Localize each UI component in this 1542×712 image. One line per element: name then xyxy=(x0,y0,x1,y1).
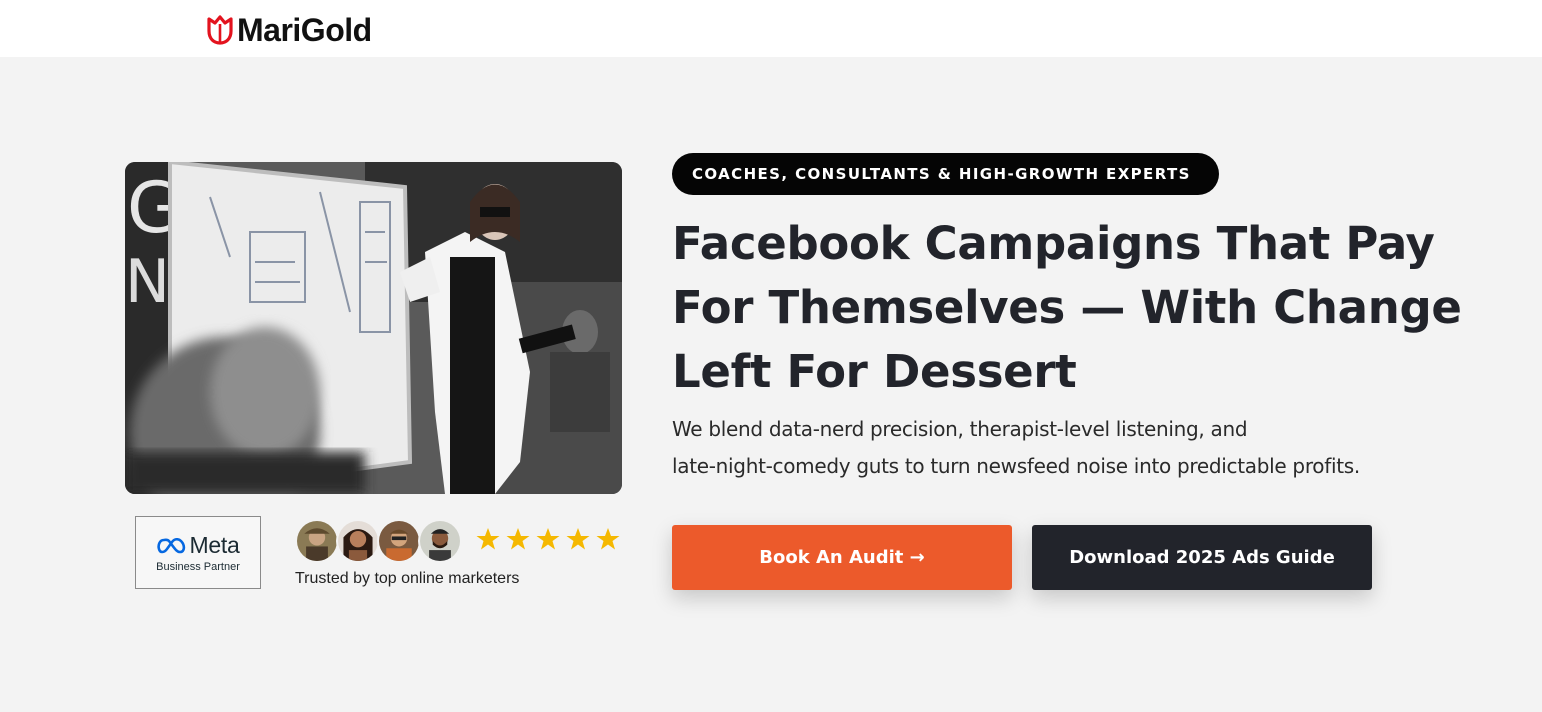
brand-logo[interactable]: MariGold xyxy=(206,12,372,48)
top-navbar: MariGold xyxy=(0,0,1542,57)
avatar xyxy=(336,519,380,563)
book-audit-button[interactable]: Book An Audit → xyxy=(672,525,1012,590)
svg-text:N: N xyxy=(125,247,170,317)
headline-line: For Themselves — With Change xyxy=(672,281,1462,334)
avatar xyxy=(377,519,421,563)
star-icon xyxy=(566,528,590,550)
star-icon xyxy=(596,528,620,550)
hero-subtext: We blend data-nerd precision, therapist-… xyxy=(672,411,1432,485)
audience-eyebrow-badge: COACHES, CONSULTANTS & HIGH-GROWTH EXPER… xyxy=(672,153,1219,195)
star-icon xyxy=(476,528,500,550)
star-icon xyxy=(536,528,560,550)
hero-headline: Facebook Campaigns That Pay For Themselv… xyxy=(672,212,1462,404)
rating-stars xyxy=(476,527,620,551)
headline-line: Left For Dessert xyxy=(672,345,1077,398)
brand-name: MariGold xyxy=(237,12,372,48)
tulip-icon xyxy=(207,15,233,45)
presenter-photo: G N xyxy=(125,162,622,494)
trust-caption: Trusted by top online marketers xyxy=(295,570,520,587)
meta-badge-subtitle: Business Partner xyxy=(156,561,240,573)
headline-line: Facebook Campaigns That Pay xyxy=(672,217,1435,270)
meta-partner-badge: Meta Business Partner xyxy=(135,516,261,589)
meta-wordmark: Meta xyxy=(189,532,240,558)
avatar xyxy=(295,519,339,563)
subtext-line: late-night-comedy guts to turn newsfeed … xyxy=(672,454,1360,478)
star-icon xyxy=(506,528,530,550)
avatar xyxy=(418,519,462,563)
download-guide-button[interactable]: Download 2025 Ads Guide xyxy=(1032,525,1372,590)
customer-avatars xyxy=(295,519,462,563)
meta-infinity-icon xyxy=(156,537,185,553)
subtext-line: We blend data-nerd precision, therapist-… xyxy=(672,417,1248,441)
